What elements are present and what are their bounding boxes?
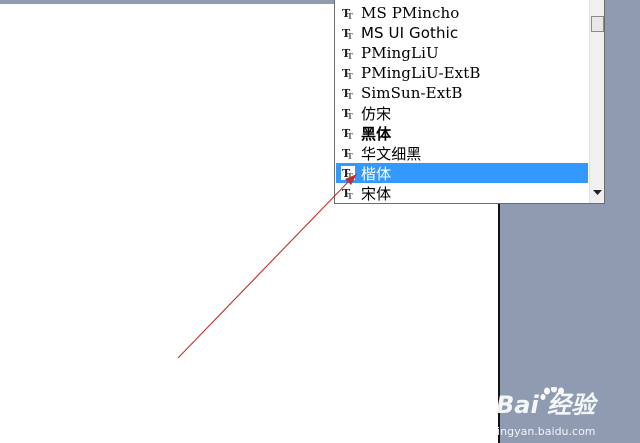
svg-text:T: T — [347, 51, 353, 60]
scroll-down-button[interactable] — [590, 185, 604, 201]
font-item-label: 宋体 — [361, 184, 392, 203]
font-item-label: 仿宋 — [361, 104, 392, 123]
font-item-label: PMingLiU-ExtB — [361, 64, 481, 82]
svg-text:T: T — [347, 91, 353, 100]
font-item[interactable]: TT MS UI Gothic — [336, 23, 588, 43]
font-list: TT MS PMincho TT MS UI Gothic TT PMingLi… — [336, 0, 588, 203]
font-item-label: 华文细黑 — [361, 144, 422, 163]
font-item-label: MS UI Gothic — [361, 24, 459, 42]
svg-text:T: T — [347, 191, 353, 200]
truetype-font-icon: TT — [342, 47, 353, 60]
svg-text:T: T — [347, 111, 353, 120]
font-item[interactable]: TT 宋体 — [336, 183, 588, 203]
svg-text:T: T — [347, 171, 353, 180]
chevron-down-icon — [593, 190, 602, 195]
font-item[interactable]: TT PMingLiU-ExtB — [336, 63, 588, 83]
truetype-font-icon: TT — [342, 187, 353, 200]
svg-text:T: T — [347, 71, 353, 80]
font-item[interactable]: TT 仿宋 — [336, 103, 588, 123]
truetype-font-icon: TT — [341, 166, 355, 180]
font-item-label: 黑体 — [361, 124, 392, 143]
svg-text:T: T — [347, 11, 353, 20]
font-dropdown-list[interactable]: TT MS PMincho TT MS UI Gothic TT PMingLi… — [334, 0, 605, 204]
watermark-logo-text: Bai 经验 — [496, 391, 599, 419]
font-item-label: SimSun-ExtB — [361, 84, 463, 102]
font-item-label: PMingLiU — [361, 44, 439, 62]
font-list-scrollbar[interactable] — [589, 0, 604, 203]
truetype-font-icon: TT — [342, 87, 353, 100]
truetype-font-icon: TT — [342, 7, 353, 20]
scroll-thumb[interactable] — [591, 16, 604, 32]
font-item[interactable]: TT 黑体 — [336, 123, 588, 143]
watermark-url: jingyan.baidu.com — [494, 425, 596, 438]
font-item[interactable]: TT PMingLiU — [336, 43, 588, 63]
svg-text:T: T — [347, 31, 353, 40]
truetype-font-icon: TT — [342, 67, 353, 80]
font-item-label: MS PMincho — [361, 4, 460, 22]
svg-text:T: T — [347, 151, 353, 160]
svg-text:T: T — [347, 131, 353, 140]
truetype-font-icon: TT — [342, 107, 353, 120]
font-item-selected[interactable]: TT 楷体 — [336, 163, 588, 183]
font-item-label: 楷体 — [361, 164, 392, 183]
baidu-logo-icon: Bai 经验 — [496, 387, 599, 419]
truetype-font-icon: TT — [342, 27, 353, 40]
baidu-jingyan-watermark: Bai 经验 jingyan.baidu.com — [494, 373, 640, 443]
font-item[interactable]: TT 华文细黑 — [336, 143, 588, 163]
truetype-font-icon: TT — [342, 147, 353, 160]
font-item[interactable]: TT MS PMincho — [336, 3, 588, 23]
font-item[interactable]: TT SimSun-ExtB — [336, 83, 588, 103]
truetype-font-icon: TT — [342, 127, 353, 140]
